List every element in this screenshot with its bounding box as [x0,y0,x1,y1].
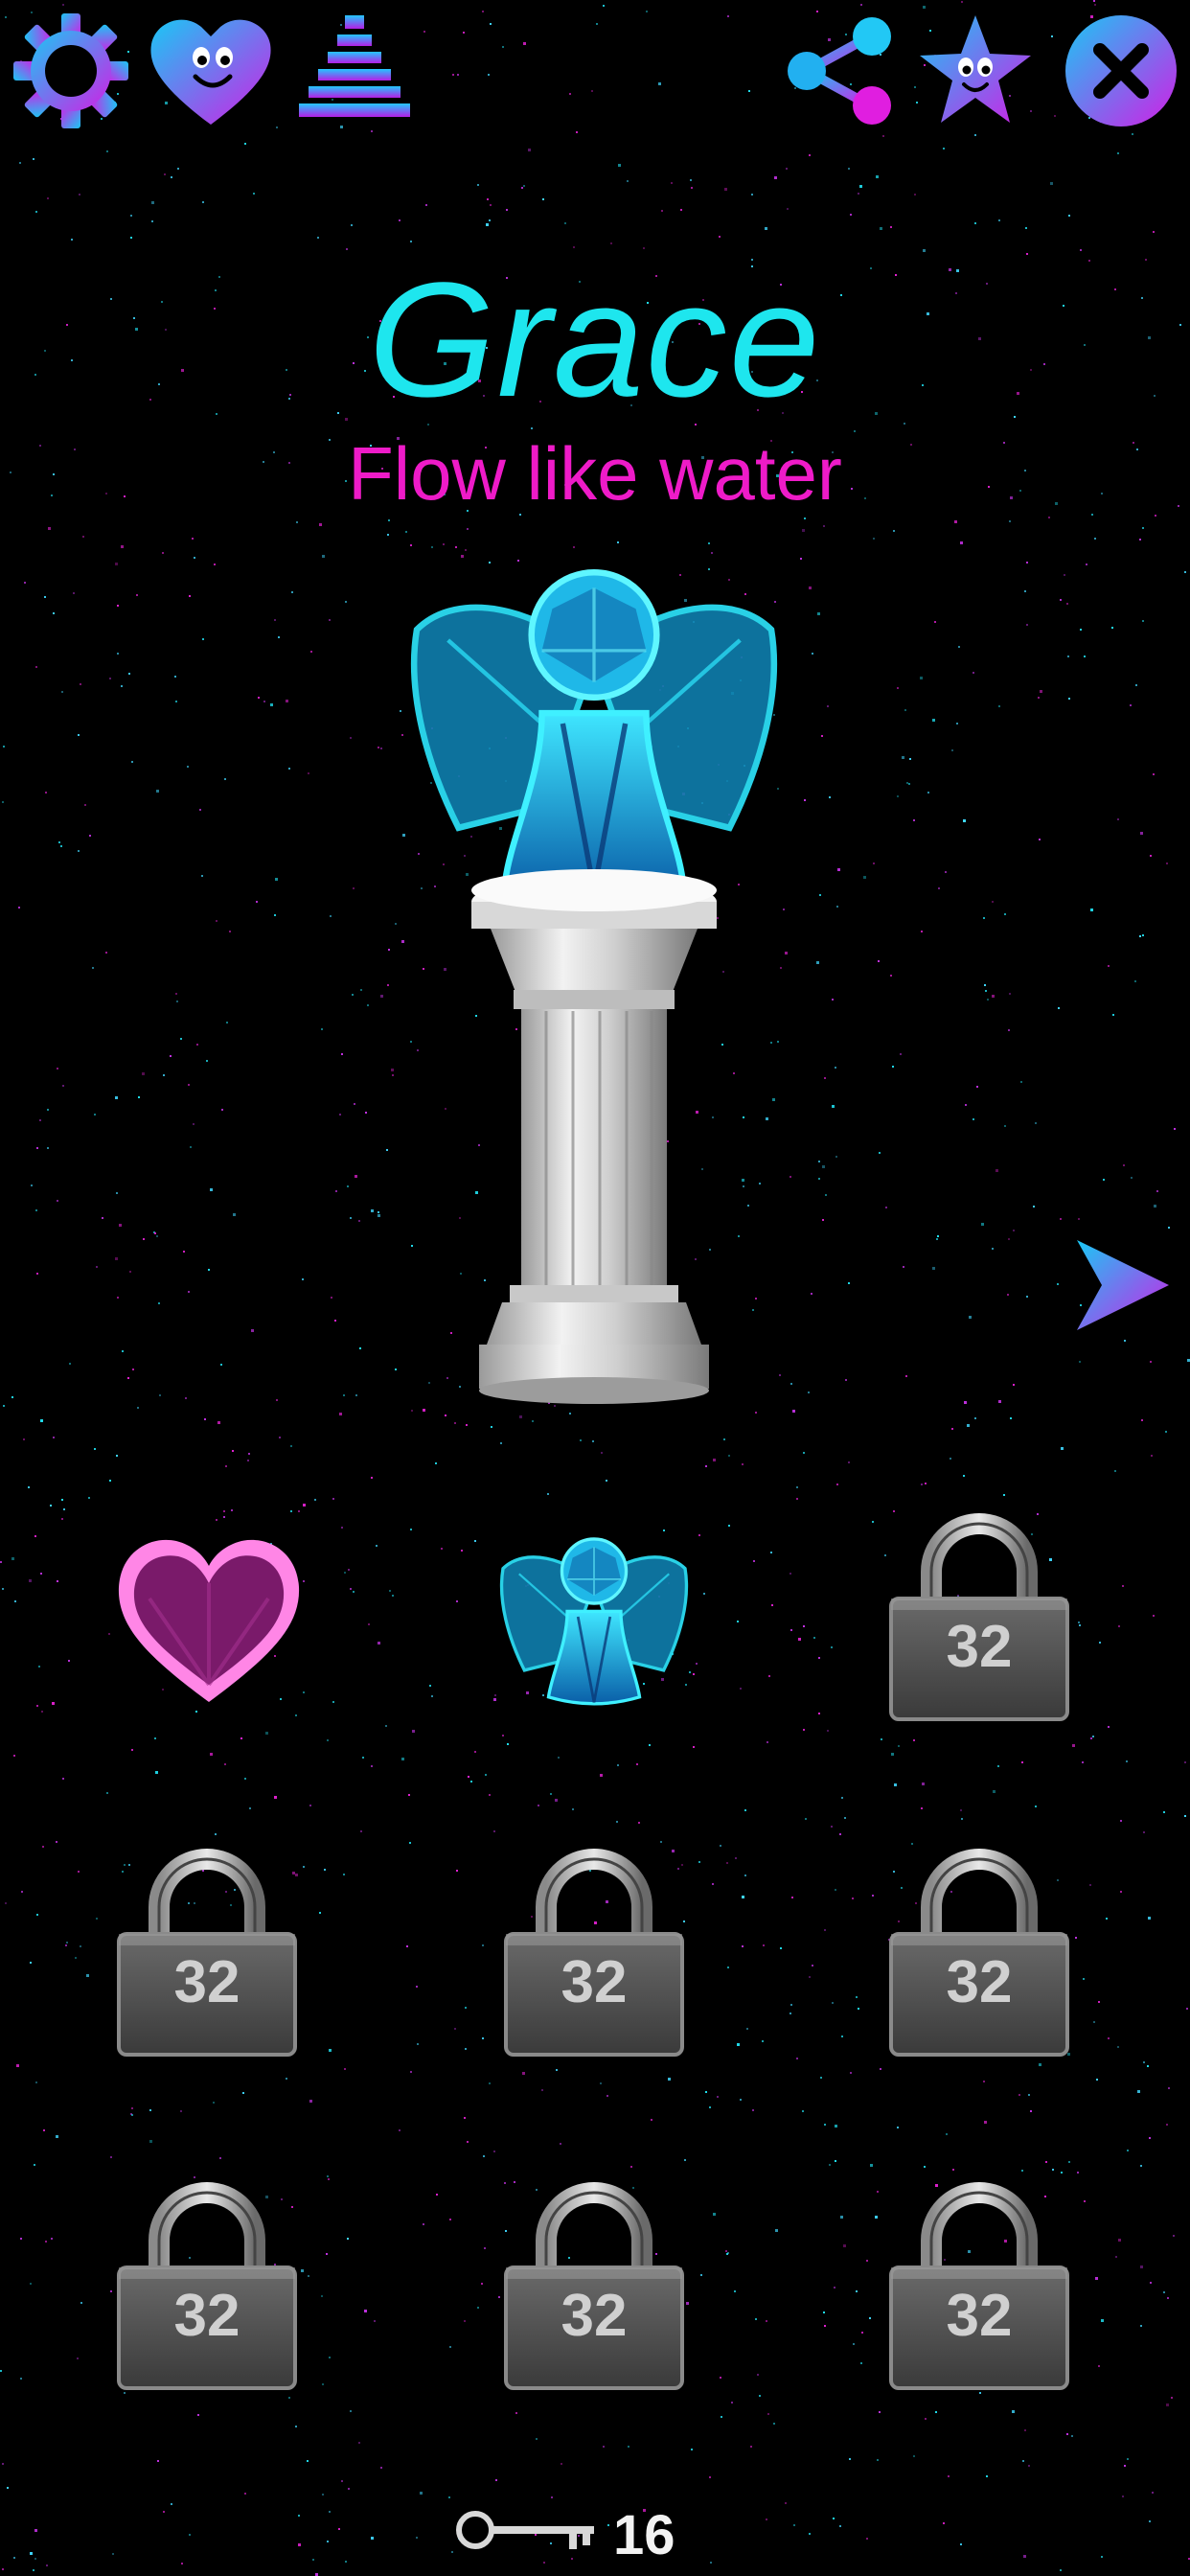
lock-icon [883,1830,1075,2060]
angel-statue [383,546,805,901]
close-icon[interactable] [1062,12,1180,130]
character-tagline: Flow like water [348,431,842,516]
angel-item[interactable] [487,1526,701,1708]
unlock-cost: 32 [946,1614,1013,1680]
locked-item[interactable]: 32 [498,1830,690,2060]
lock-icon [883,2164,1075,2394]
character-name: Grace [368,249,822,431]
key-icon [456,2511,594,2549]
locked-item[interactable]: 32 [111,2164,303,2394]
lock-icon [498,2164,690,2394]
unlock-cost: 32 [561,1949,628,2015]
key-count: 16 [613,2504,675,2566]
locked-item[interactable]: 32 [498,2164,690,2394]
unlock-cost: 32 [561,2283,628,2349]
pyramid-levels-icon[interactable] [295,12,414,130]
locked-item[interactable]: 32 [883,1830,1075,2060]
locked-item[interactable]: 32 [883,2164,1075,2394]
unlock-cost: 32 [946,2283,1013,2349]
locked-item[interactable]: 32 [111,1830,303,2060]
star-face-icon[interactable] [916,12,1035,130]
unlock-cost: 32 [173,2283,240,2349]
unlock-cost: 32 [946,1949,1013,2015]
lock-icon [498,1830,690,2060]
lock-icon [883,1495,1075,1725]
heart-face-icon[interactable] [146,12,276,130]
heart-item[interactable] [111,1531,307,1710]
gear-icon[interactable] [11,12,130,130]
pillar [471,869,717,1404]
lock-icon [111,1830,303,2060]
lock-icon [111,2164,303,2394]
locked-item[interactable]: 32 [883,1495,1075,1725]
next-arrow-icon[interactable] [1075,1238,1171,1332]
share-icon[interactable] [780,12,899,130]
unlock-cost: 32 [173,1949,240,2015]
